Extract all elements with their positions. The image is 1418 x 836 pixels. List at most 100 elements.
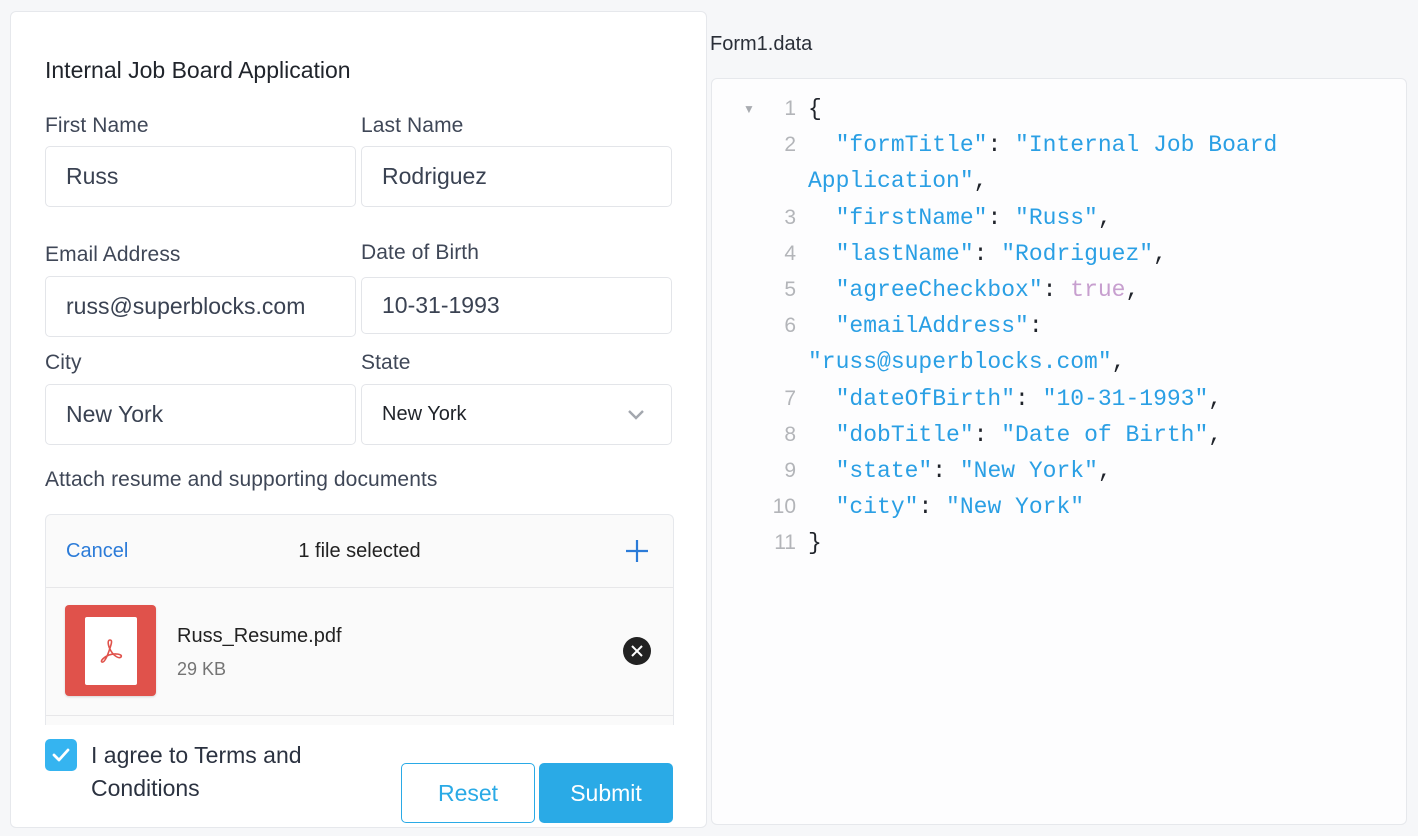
json-string: "10-31-1993": [1042, 385, 1209, 412]
line-number: 5: [784, 278, 796, 302]
json-punctuation: [808, 277, 836, 303]
code-text: "city": "New York": [808, 489, 1348, 525]
pdf-file-thumbnail: [65, 605, 156, 696]
add-file-plus-icon[interactable]: [625, 539, 649, 563]
json-punctuation: :: [987, 204, 1016, 231]
line-number: 2: [784, 133, 796, 157]
json-punctuation: :: [973, 240, 1002, 267]
city-label: City: [45, 351, 82, 374]
json-key: "state": [835, 458, 933, 485]
json-boolean: true: [1070, 277, 1126, 304]
state-select-value: New York: [382, 403, 467, 425]
line-number: 4: [784, 241, 796, 265]
agree-label[interactable]: I agree to Terms and Conditions: [91, 739, 351, 805]
code-text: "agreeCheckbox": true,: [808, 272, 1348, 308]
submit-button[interactable]: Submit: [539, 763, 673, 823]
json-punctuation: [808, 422, 836, 448]
json-punctuation: [808, 313, 836, 339]
json-key: "formTitle": [835, 132, 988, 159]
dob-label: Date of Birth: [361, 241, 480, 264]
code-line: 6 "emailAddress": "russ@superblocks.com"…: [712, 308, 1406, 380]
json-punctuation: [808, 494, 836, 520]
last-name-input[interactable]: Rodriguez: [361, 146, 672, 207]
json-punctuation: [808, 386, 836, 412]
json-punctuation: ,: [1125, 277, 1140, 304]
json-punctuation: :: [932, 458, 960, 485]
json-punctuation: :: [1028, 313, 1057, 340]
json-punctuation: ,: [1111, 349, 1126, 376]
file-list-item: Russ_Resume.pdf 29 KB: [46, 588, 673, 716]
code-text: "firstName": "Russ",: [808, 200, 1348, 236]
json-key: "dateOfBirth": [835, 385, 1016, 412]
code-line: 7 "dateOfBirth": "10-31-1993",: [712, 381, 1406, 417]
json-punctuation: }: [808, 530, 822, 557]
fold-toggle-icon[interactable]: ▼: [743, 91, 755, 127]
form-title: Internal Job Board Application: [45, 57, 351, 83]
line-number: 10: [772, 495, 796, 519]
first-name-input[interactable]: Russ: [45, 146, 356, 207]
code-line: 10 "city": "New York": [712, 489, 1406, 525]
state-label: State: [361, 351, 411, 374]
json-punctuation: [808, 241, 836, 267]
email-input[interactable]: russ@superblocks.com: [45, 276, 356, 337]
upload-file-count: 1 file selected: [298, 539, 421, 562]
json-punctuation: {: [808, 96, 822, 122]
line-number: 6: [784, 314, 796, 338]
json-punctuation: :: [1015, 385, 1043, 412]
code-text: }: [808, 525, 1348, 561]
json-punctuation: [808, 458, 836, 484]
json-string: "New York": [946, 494, 1085, 521]
file-upload: Cancel 1 file selected Russ_Resume.pdf 2…: [45, 514, 674, 725]
last-name-label: Last Name: [361, 114, 464, 137]
code-line: 1 ▼{: [712, 91, 1406, 127]
json-string: "russ@superblocks.com": [808, 349, 1112, 376]
dob-input[interactable]: 10-31-1993: [361, 277, 672, 334]
json-string: "Rodriguez": [1001, 240, 1154, 267]
code-line: 11}: [712, 525, 1406, 561]
json-punctuation: ,: [1208, 385, 1223, 412]
json-key: "agreeCheckbox": [835, 277, 1043, 304]
upload-cancel-button[interactable]: Cancel: [66, 540, 128, 563]
json-punctuation: ,: [1097, 458, 1112, 485]
upload-header: Cancel 1 file selected: [46, 515, 673, 588]
json-punctuation: [808, 205, 836, 231]
line-number: 1 ▼: [712, 91, 808, 127]
line-number: 3: [784, 205, 796, 229]
code-text: "lastName": "Rodriguez",: [808, 236, 1348, 272]
json-key: "dobTitle": [835, 421, 974, 448]
json-punctuation: :: [918, 494, 947, 521]
form-panel: Internal Job Board Application First Nam…: [10, 11, 707, 828]
json-string: "Russ": [1015, 204, 1098, 231]
state-select[interactable]: New York: [361, 384, 672, 445]
json-viewer-title: Form1.data: [710, 33, 813, 55]
city-input[interactable]: New York: [45, 384, 356, 445]
json-punctuation: :: [1042, 277, 1071, 304]
pdf-icon: [100, 638, 122, 663]
agree-checkbox[interactable]: [45, 739, 77, 771]
file-name: Russ_Resume.pdf: [177, 625, 342, 647]
code-line: 5 "agreeCheckbox": true,: [712, 272, 1406, 308]
email-label: Email Address: [45, 243, 181, 266]
line-number: 8: [784, 422, 796, 446]
code-line: 3 "firstName": "Russ",: [712, 200, 1406, 236]
json-string: "Date of Birth": [1001, 421, 1209, 448]
json-key: "lastName": [835, 240, 974, 267]
json-punctuation: ,: [1097, 204, 1112, 231]
code-text: "state": "New York",: [808, 453, 1348, 489]
json-code: 1 ▼{2 "formTitle": "Internal Job Board Ap…: [712, 91, 1406, 562]
remove-file-icon[interactable]: [622, 636, 652, 666]
file-size: 29 KB: [177, 659, 227, 679]
code-line: 4 "lastName": "Rodriguez",: [712, 236, 1406, 272]
code-line: 8 "dobTitle": "Date of Birth",: [712, 417, 1406, 453]
json-string: "New York": [959, 458, 1098, 485]
chevron-down-icon: [628, 409, 644, 420]
json-viewer[interactable]: 1 ▼{2 "formTitle": "Internal Job Board Ap…: [711, 78, 1407, 825]
code-text: "dobTitle": "Date of Birth",: [808, 417, 1348, 453]
code-text: "emailAddress": "russ@superblocks.com",: [808, 308, 1348, 380]
code-text: "dateOfBirth": "10-31-1993",: [808, 381, 1348, 417]
code-line: 2 "formTitle": "Internal Job Board Appli…: [712, 127, 1406, 199]
json-punctuation: ,: [973, 168, 988, 195]
code-line: 9 "state": "New York",: [712, 453, 1406, 489]
json-punctuation: :: [973, 421, 1002, 448]
reset-button[interactable]: Reset: [401, 763, 535, 823]
